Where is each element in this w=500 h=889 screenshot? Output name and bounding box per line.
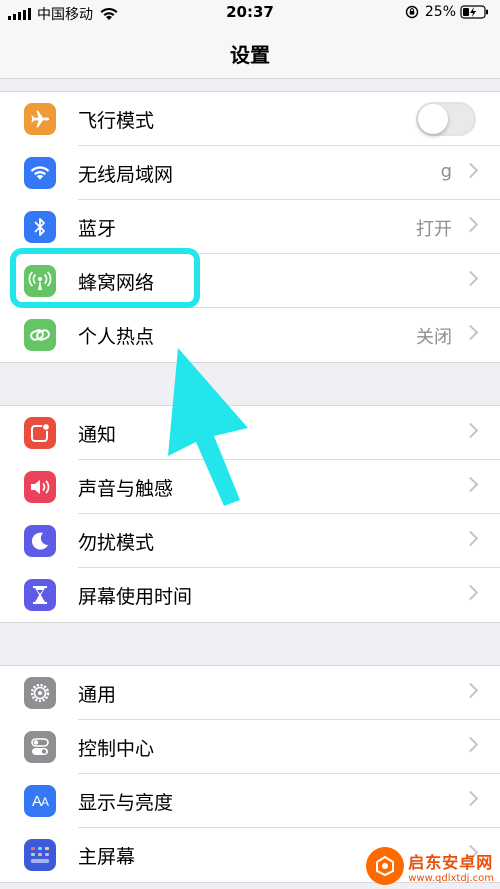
settings-row-label: 蓝牙 <box>78 218 117 240</box>
wifi-icon <box>24 157 56 189</box>
orientation-lock-icon <box>405 5 419 19</box>
chevron-right-icon <box>462 736 479 753</box>
battery-percent: 25% <box>424 4 456 20</box>
chevron-right-icon <box>462 790 479 807</box>
chevron-right-icon <box>462 530 479 547</box>
settings-row-sounds-haptics[interactable]: 声音与触感 <box>0 460 500 514</box>
settings-row-airplane-mode[interactable]: 飞行模式 <box>0 92 500 146</box>
watermark-text: 启东安卓网 www.qdlxtdj.com <box>408 849 494 884</box>
speaker-icon <box>24 471 56 503</box>
airplane-mode-toggle[interactable] <box>416 102 476 136</box>
settings-row-label: 屏幕使用时间 <box>78 586 193 608</box>
settings-row-label: 通知 <box>78 424 117 446</box>
moon-icon <box>24 525 56 557</box>
watermark: 启东安卓网 www.qdlxtdj.com <box>366 847 494 885</box>
settings-row-label: 勿扰模式 <box>78 532 155 554</box>
hourglass-icon <box>24 579 56 611</box>
settings-row-label: 主屏幕 <box>78 846 136 868</box>
navigation-bar: 设置 <box>0 26 500 79</box>
chevron-right-icon <box>462 682 479 699</box>
page-title: 设置 <box>230 43 270 67</box>
settings-row-label: 通用 <box>78 684 117 706</box>
chevron-right-icon <box>462 324 479 341</box>
settings-row-screen-time[interactable]: 屏幕使用时间 <box>0 568 500 622</box>
settings-row-bluetooth[interactable]: 蓝牙 打开 <box>0 200 500 254</box>
settings-row-label: 无线局域网 <box>78 164 174 186</box>
bluetooth-icon <box>24 211 56 243</box>
watermark-name: 启东安卓网 <box>408 852 494 872</box>
settings-row-display-brightness[interactable]: AA 显示与亮度 <box>0 774 500 828</box>
chevron-right-icon <box>462 584 479 601</box>
settings-row-label: 个人热点 <box>78 326 155 348</box>
chevron-right-icon <box>462 162 479 179</box>
watermark-logo-icon <box>366 847 405 885</box>
chevron-right-icon <box>462 270 479 287</box>
settings-row-personal-hotspot[interactable]: 个人热点 关闭 <box>0 308 500 362</box>
settings-row-do-not-disturb[interactable]: 勿扰模式 <box>0 514 500 568</box>
chevron-right-icon <box>462 216 479 233</box>
chevron-right-icon <box>462 476 479 493</box>
settings-row-general[interactable]: 通用 <box>0 666 500 720</box>
switches-icon <box>24 731 56 763</box>
battery-charging-icon <box>460 5 488 19</box>
settings-row-notifications[interactable]: 通知 <box>0 406 500 460</box>
settings-row-value: 打开 <box>416 219 452 240</box>
airplane-icon <box>24 103 56 135</box>
home-grid-icon <box>24 839 56 871</box>
settings-row-label: 显示与亮度 <box>78 792 174 814</box>
status-bar: 中国移动 20:37 25% <box>0 0 500 26</box>
highlight-box <box>10 248 200 308</box>
settings-group-notifications: 通知 声音与触感 勿扰模式 屏幕使用时间 <box>0 405 500 623</box>
settings-row-label: 控制中心 <box>78 738 155 760</box>
gear-icon <box>24 677 56 709</box>
settings-row-value: g <box>440 161 452 182</box>
settings-group-connectivity: 飞行模式 无线局域网 g 蓝牙 打开 蜂窝网络 个人热点 关闭 <box>0 91 500 363</box>
notification-icon <box>24 417 56 449</box>
status-right: 25% <box>405 4 490 20</box>
hotspot-chain-icon <box>24 319 56 351</box>
settings-row-control-center[interactable]: 控制中心 <box>0 720 500 774</box>
settings-row-value: 关闭 <box>416 327 452 348</box>
chevron-right-icon <box>462 422 479 439</box>
settings-row-label: 声音与触感 <box>78 478 174 500</box>
settings-row-label: 飞行模式 <box>78 110 155 132</box>
settings-row-wlan[interactable]: 无线局域网 g <box>0 146 500 200</box>
text-size-icon: AA <box>24 785 56 817</box>
toggle-knob <box>418 104 448 134</box>
watermark-url: www.qdlxtdj.com <box>408 872 494 884</box>
